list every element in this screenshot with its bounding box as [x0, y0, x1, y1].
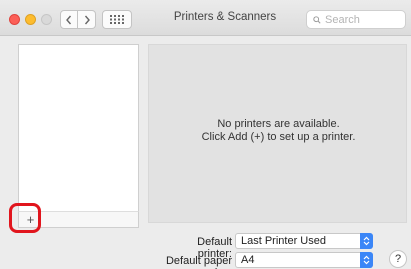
- close-window-button[interactable]: [9, 14, 20, 25]
- search-input[interactable]: [325, 13, 405, 26]
- minimize-window-button[interactable]: [25, 14, 36, 25]
- back-button[interactable]: [60, 10, 78, 29]
- chevron-right-icon: [84, 15, 90, 24]
- paper-size-select[interactable]: A4: [235, 252, 373, 268]
- empty-message-line1: No printers are available.: [217, 118, 340, 130]
- help-button[interactable]: ?: [389, 250, 407, 268]
- search-icon: [313, 15, 321, 24]
- paper-size-label: Default paper size:: [165, 255, 232, 269]
- show-all-button[interactable]: [102, 10, 132, 29]
- grid-icon: [110, 15, 124, 24]
- title-bar: Printers & Scanners: [0, 0, 411, 36]
- printer-detail-pane: No printers are available. Click Add (+)…: [148, 44, 407, 223]
- select-stepper-icon: [360, 233, 373, 249]
- paper-size-value: A4: [241, 254, 255, 266]
- forward-button[interactable]: [78, 10, 96, 29]
- window-title: Printers & Scanners: [173, 11, 277, 23]
- default-printer-select[interactable]: Last Printer Used: [235, 233, 373, 249]
- empty-message: No printers are available. Click Add (+)…: [149, 118, 408, 144]
- search-field[interactable]: [306, 10, 406, 29]
- printers-scanners-window: Printers & Scanners + No printers are av…: [0, 0, 411, 269]
- printer-list[interactable]: [18, 44, 139, 212]
- chevron-left-icon: [66, 15, 72, 24]
- select-stepper-icon: [360, 252, 373, 268]
- printer-list-toolbar: +: [18, 211, 139, 228]
- default-printer-value: Last Printer Used: [241, 235, 326, 247]
- add-printer-button[interactable]: +: [23, 212, 39, 227]
- zoom-window-button[interactable]: [41, 14, 52, 25]
- empty-message-line2: Click Add (+) to set up a printer.: [201, 131, 356, 143]
